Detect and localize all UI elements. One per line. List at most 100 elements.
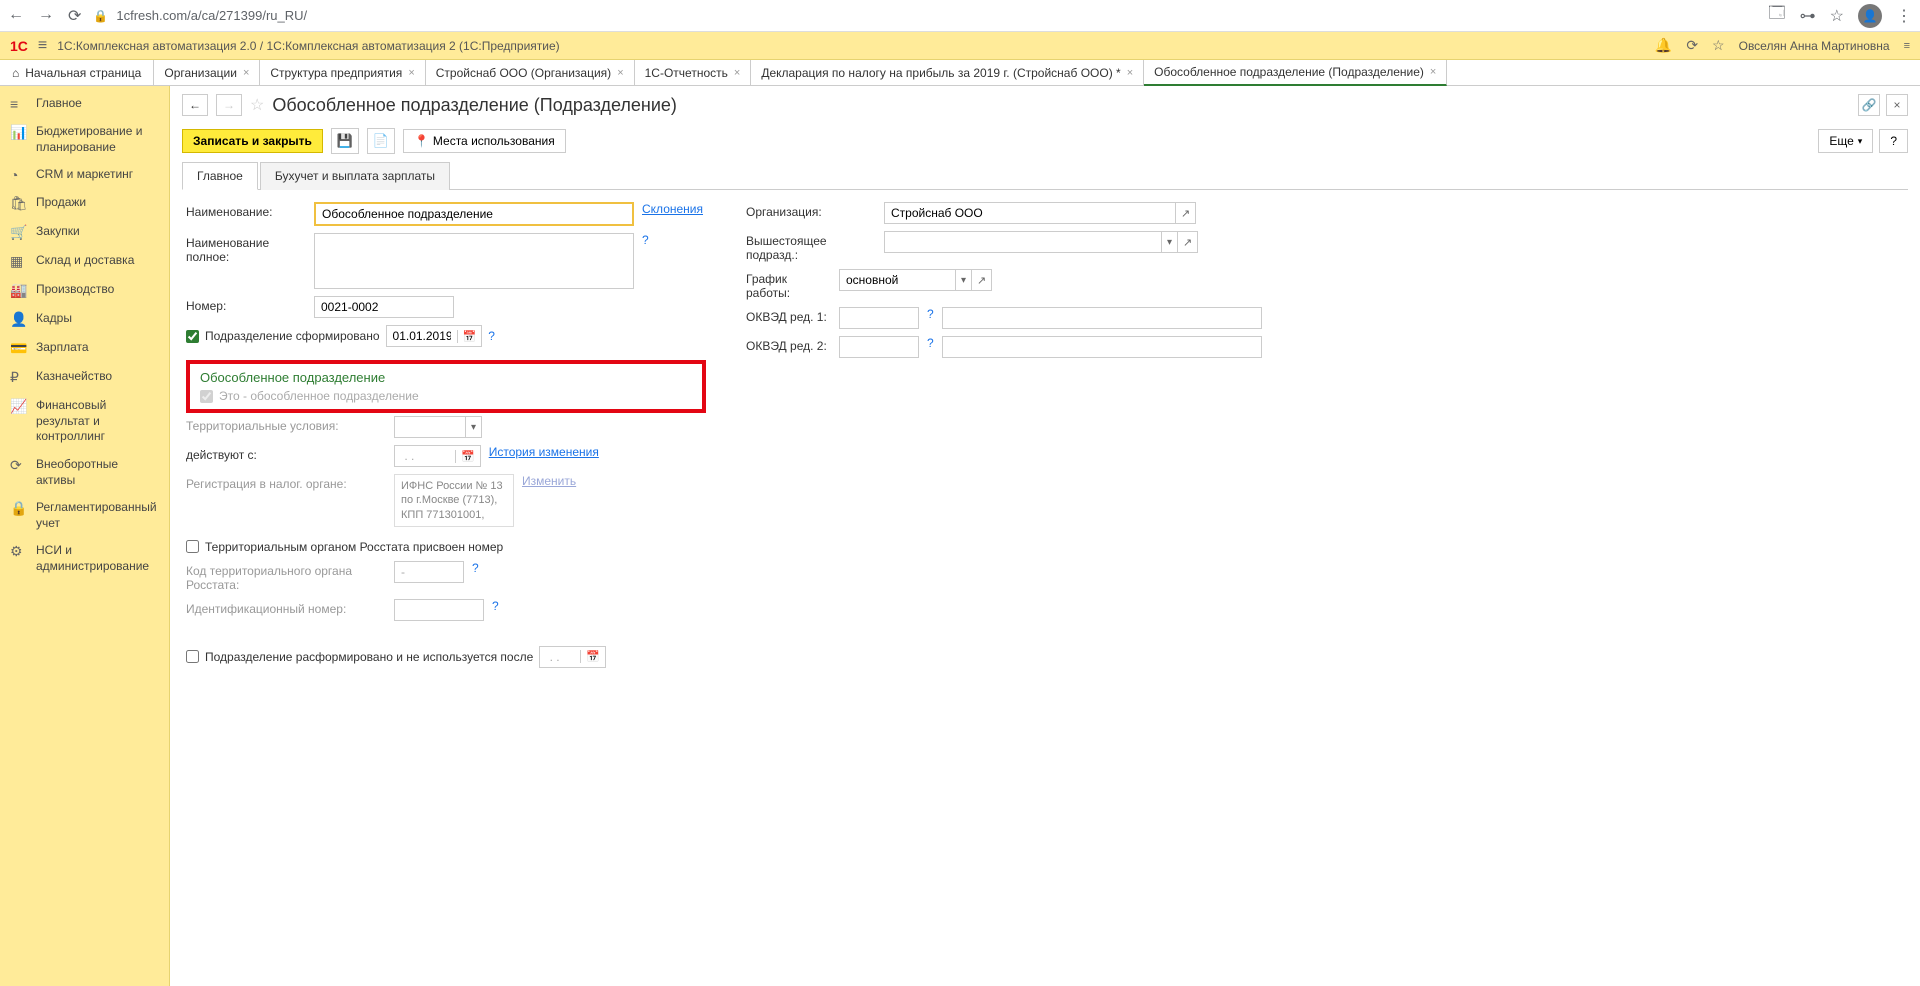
sidebar-item-sales[interactable]: 🛍Продажи: [0, 189, 169, 218]
dropdown-icon[interactable]: ▾: [465, 417, 481, 437]
main-sidebar: ≡Главное 📊Бюджетирование и планирование …: [0, 86, 170, 986]
page-title: Обособленное подразделение (Подразделени…: [272, 95, 677, 116]
star-icon[interactable]: ☆: [1830, 6, 1844, 26]
subtab-accounting[interactable]: Бухучет и выплата зарплаты: [260, 162, 450, 190]
sidebar-item-warehouse[interactable]: ▦Склад и доставка: [0, 247, 169, 276]
number-input[interactable]: [314, 296, 454, 318]
section-title: Обособленное подразделение: [200, 370, 692, 385]
parent-input[interactable]: [885, 232, 1161, 252]
dropdown-icon[interactable]: ▾: [955, 270, 971, 290]
tab-reporting[interactable]: 1С-Отчетность ×: [635, 60, 752, 85]
sidebar-item-regulated[interactable]: 🔒Регламентированный учет: [0, 494, 169, 537]
close-icon[interactable]: ×: [734, 67, 740, 79]
favorite-star-icon[interactable]: ☆: [250, 95, 264, 115]
sidebar-item-budget[interactable]: 📊Бюджетирование и планирование: [0, 118, 169, 161]
history-link[interactable]: История изменения: [489, 445, 599, 459]
open-icon[interactable]: ↗: [971, 270, 991, 290]
dropdown-icon[interactable]: ▾: [1161, 232, 1177, 252]
help-button[interactable]: ?: [1879, 129, 1908, 153]
sidebar-item-treasury[interactable]: ₽Казначейство: [0, 363, 169, 392]
calendar-icon[interactable]: 📅: [457, 330, 482, 343]
rosstat-checkbox[interactable]: [186, 540, 199, 553]
close-icon[interactable]: ×: [1127, 67, 1133, 79]
bell-icon[interactable]: 🔔: [1655, 37, 1672, 54]
calendar-icon[interactable]: 📅: [580, 650, 605, 663]
profile-avatar[interactable]: 👤: [1858, 4, 1882, 28]
sidebar-item-crm[interactable]: ◔CRM и маркетинг: [0, 161, 169, 189]
help-icon[interactable]: ?: [472, 561, 479, 575]
sidebar-item-hr[interactable]: 👤Кадры: [0, 305, 169, 334]
tab-department[interactable]: Обособленное подразделение (Подразделени…: [1144, 60, 1447, 86]
usage-button[interactable]: 📍Места использования: [403, 129, 566, 153]
id-number-input[interactable]: [394, 599, 484, 621]
disbanded-checkbox[interactable]: [186, 650, 199, 663]
formed-label: Подразделение сформировано: [205, 329, 380, 343]
tab-stroisnab[interactable]: Стройснаб ООО (Организация) ×: [426, 60, 635, 85]
tab-home[interactable]: ⌂ Начальная страница: [0, 60, 154, 85]
sidebar-item-admin[interactable]: ⚙НСИ и администрирование: [0, 537, 169, 580]
formed-checkbox[interactable]: [186, 330, 199, 343]
active-from-date[interactable]: [395, 446, 455, 466]
open-icon[interactable]: ↗: [1177, 232, 1197, 252]
okved2-code-input[interactable]: [839, 336, 919, 358]
sidebar-item-finance[interactable]: 📈Финансовый результат и контроллинг: [0, 392, 169, 451]
more-button[interactable]: Еще ▾: [1818, 129, 1873, 153]
reload-icon[interactable]: ⟳: [68, 6, 81, 26]
address-bar[interactable]: 🔒 1cfresh.com/a/ca/271399/ru_RU/: [93, 8, 1756, 23]
okved2-name-input[interactable]: [942, 336, 1262, 358]
subtab-main[interactable]: Главное: [182, 162, 258, 190]
report-button[interactable]: 📄: [367, 128, 395, 154]
declension-link[interactable]: Склонения: [642, 202, 703, 216]
fullname-textarea[interactable]: [314, 233, 634, 289]
sidebar-item-salary[interactable]: 💳Зарплата: [0, 334, 169, 363]
nav-forward-button[interactable]: →: [216, 94, 242, 116]
disbanded-date[interactable]: [540, 647, 580, 667]
favorites-icon[interactable]: ☆: [1712, 37, 1725, 54]
terr-label: Территориальные условия:: [186, 416, 386, 433]
open-icon[interactable]: ↗: [1175, 203, 1195, 223]
rosstat-code-input[interactable]: [394, 561, 464, 583]
help-icon[interactable]: ?: [927, 336, 934, 350]
close-icon[interactable]: ×: [243, 67, 249, 79]
okved1-code-input[interactable]: [839, 307, 919, 329]
help-icon[interactable]: ?: [642, 233, 649, 247]
key-icon[interactable]: ⊶: [1800, 6, 1816, 26]
history-icon[interactable]: ⟳: [1686, 37, 1698, 54]
close-icon[interactable]: ×: [1430, 66, 1436, 78]
sidebar-item-main[interactable]: ≡Главное: [0, 90, 169, 118]
close-icon[interactable]: ×: [617, 67, 623, 79]
nav-back-button[interactable]: ←: [182, 94, 208, 116]
grid-icon: ▦: [10, 253, 26, 270]
terr-input[interactable]: [395, 417, 465, 437]
browser-toolbar: ← → ⟳ 🔒 1cfresh.com/a/ca/271399/ru_RU/ 🗔…: [0, 0, 1920, 32]
name-input[interactable]: [314, 202, 634, 226]
help-icon[interactable]: ?: [927, 307, 934, 321]
tab-declaration[interactable]: Декларация по налогу на прибыль за 2019 …: [751, 60, 1144, 85]
tab-structure[interactable]: Структура предприятия ×: [260, 60, 425, 85]
sidebar-item-production[interactable]: 🏭Производство: [0, 276, 169, 305]
menu-icon[interactable]: ⋮: [1896, 6, 1912, 26]
org-input[interactable]: [885, 203, 1175, 223]
tab-organizations[interactable]: Организации ×: [154, 60, 260, 85]
save-button[interactable]: 💾: [331, 128, 359, 154]
sidebar-item-assets[interactable]: ⟳Внеоборотные активы: [0, 451, 169, 494]
okved1-name-input[interactable]: [942, 307, 1262, 329]
close-icon[interactable]: ×: [408, 67, 414, 79]
change-link[interactable]: Изменить: [522, 474, 576, 488]
translate-icon[interactable]: 🗔: [1768, 2, 1785, 29]
link-icon[interactable]: 🔗: [1858, 94, 1880, 116]
save-close-button[interactable]: Записать и закрыть: [182, 129, 323, 153]
forward-icon[interactable]: →: [38, 6, 54, 26]
sidebar-item-purchases[interactable]: 🛒Закупки: [0, 218, 169, 247]
help-icon[interactable]: ?: [492, 599, 499, 613]
formed-date-input[interactable]: [387, 326, 457, 346]
schedule-label: График работы:: [746, 269, 831, 300]
calendar-icon[interactable]: 📅: [455, 450, 480, 463]
hamburger-icon[interactable]: ≡: [38, 37, 47, 55]
content-header: ← → ☆ Обособленное подразделение (Подраз…: [170, 86, 1920, 124]
back-icon[interactable]: ←: [8, 6, 24, 26]
schedule-input[interactable]: [840, 270, 955, 290]
close-panel-icon[interactable]: ×: [1886, 94, 1908, 116]
user-menu-icon[interactable]: ≡: [1904, 40, 1910, 52]
help-icon[interactable]: ?: [488, 329, 495, 343]
